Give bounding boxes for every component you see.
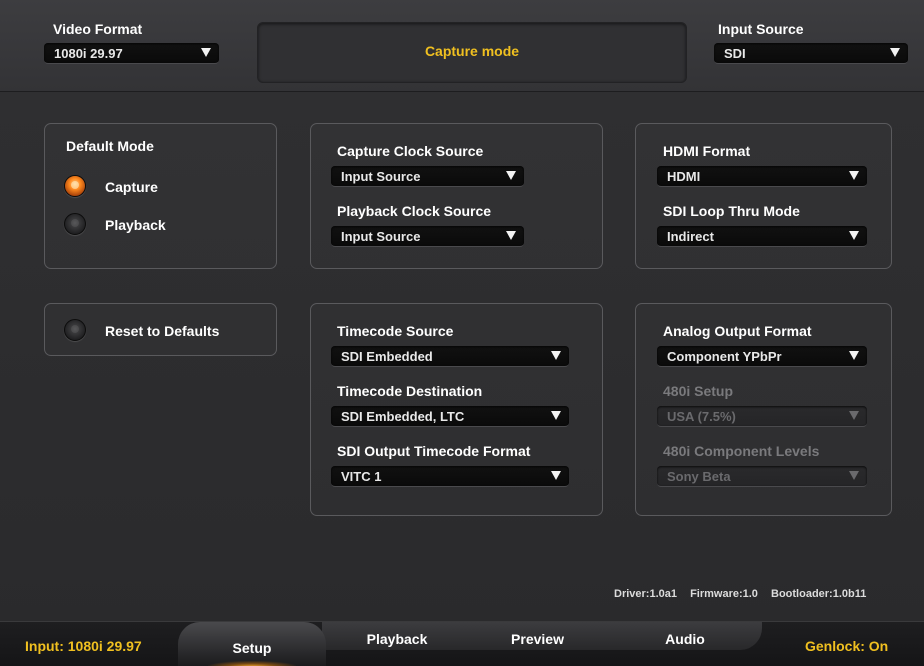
- dropdown-arrow-icon: [551, 411, 561, 420]
- sdi-loop-dropdown[interactable]: Indirect: [657, 226, 867, 247]
- capture-radio[interactable]: [64, 175, 86, 197]
- dropdown-arrow-icon: [849, 231, 859, 240]
- component-levels-dropdown: Sony Beta: [657, 466, 867, 487]
- component-levels-label: 480i Component Levels: [663, 443, 820, 459]
- video-format-label: Video Format: [53, 21, 143, 37]
- mode-display: Capture mode: [257, 22, 687, 83]
- input-source-label: Input Source: [718, 21, 804, 37]
- timecode-destination-dropdown[interactable]: SDI Embedded, LTC: [331, 406, 569, 427]
- sdi-timecode-format-dropdown[interactable]: VITC 1: [331, 466, 569, 487]
- analog-output-panel: Analog Output Format Component YPbPr 480…: [635, 303, 892, 516]
- mode-text: Capture mode: [424, 43, 520, 59]
- input-source-dropdown[interactable]: SDI: [714, 43, 908, 64]
- hdmi-format-dropdown[interactable]: HDMI: [657, 166, 867, 187]
- playback-radio[interactable]: [64, 213, 86, 235]
- sdi-loop-label: SDI Loop Thru Mode: [663, 203, 800, 219]
- version-info: Driver:1.0a1 Firmware:1.0 Bootloader:1.0…: [614, 588, 876, 600]
- tab-preview[interactable]: Preview: [470, 622, 605, 666]
- sdi-timecode-format-value: VITC 1: [341, 469, 382, 484]
- driver-version: Driver:1.0a1: [614, 588, 677, 600]
- genlock-status: Genlock: On: [805, 638, 889, 654]
- reset-button[interactable]: [64, 319, 86, 341]
- dropdown-arrow-icon: [551, 351, 561, 360]
- reset-label[interactable]: Reset to Defaults: [105, 323, 219, 339]
- dropdown-arrow-icon: [201, 48, 211, 57]
- tab-setup[interactable]: Setup: [178, 622, 326, 666]
- hdmi-format-value: HDMI: [667, 169, 701, 184]
- default-mode-panel: Default Mode Capture Playback: [44, 123, 277, 269]
- timecode-source-label: Timecode Source: [337, 323, 454, 339]
- dropdown-arrow-icon: [849, 171, 859, 180]
- tab-playback[interactable]: Playback: [322, 622, 472, 666]
- capture-clock-dropdown[interactable]: Input Source: [331, 166, 524, 187]
- setup-480i-dropdown: USA (7.5%): [657, 406, 867, 427]
- playback-label: Playback: [105, 217, 166, 233]
- sdi-loop-value: Indirect: [667, 229, 714, 244]
- settings-window: Video Format 1080i 29.97 Capture mode In…: [0, 0, 924, 666]
- timecode-source-dropdown[interactable]: SDI Embedded: [331, 346, 569, 367]
- timecode-destination-label: Timecode Destination: [337, 383, 483, 399]
- clock-source-panel: Capture Clock Source Input Source Playba…: [310, 123, 603, 269]
- hdmi-format-label: HDMI Format: [663, 143, 751, 159]
- timecode-destination-value: SDI Embedded, LTC: [341, 409, 465, 424]
- tab-audio-label: Audio: [665, 631, 705, 647]
- timecode-panel: Timecode Source SDI Embedded Timecode De…: [310, 303, 603, 516]
- dropdown-arrow-icon: [890, 48, 900, 57]
- video-format-dropdown[interactable]: 1080i 29.97: [44, 43, 219, 64]
- component-levels-value: Sony Beta: [667, 469, 731, 484]
- capture-clock-value: Input Source: [341, 169, 421, 184]
- bootloader-version: Bootloader:1.0b11: [771, 588, 867, 600]
- sdi-timecode-format-label: SDI Output Timecode Format: [337, 443, 531, 459]
- dropdown-arrow-icon: [849, 351, 859, 360]
- video-format-value: 1080i 29.97: [54, 46, 123, 61]
- input-status: Input: 1080i 29.97: [25, 638, 142, 654]
- dropdown-arrow-icon: [506, 231, 516, 240]
- top-bar: Video Format 1080i 29.97 Capture mode In…: [0, 0, 924, 92]
- default-mode-title: Default Mode: [66, 138, 154, 154]
- analog-format-value: Component YPbPr: [667, 349, 782, 364]
- tab-setup-label: Setup: [232, 640, 272, 656]
- analog-format-dropdown[interactable]: Component YPbPr: [657, 346, 867, 367]
- dropdown-arrow-icon: [849, 411, 859, 420]
- reset-panel: Reset to Defaults: [44, 303, 277, 356]
- tab-playback-label: Playback: [366, 631, 428, 647]
- firmware-version: Firmware:1.0: [690, 588, 758, 600]
- tab-audio[interactable]: Audio: [625, 622, 745, 666]
- input-source-value: SDI: [724, 46, 746, 61]
- timecode-source-value: SDI Embedded: [341, 349, 433, 364]
- dropdown-arrow-icon: [551, 471, 561, 480]
- tab-preview-label: Preview: [511, 631, 564, 647]
- playback-clock-label: Playback Clock Source: [337, 203, 492, 219]
- playback-clock-dropdown[interactable]: Input Source: [331, 226, 524, 247]
- dropdown-arrow-icon: [849, 471, 859, 480]
- setup-480i-value: USA (7.5%): [667, 409, 736, 424]
- bottom-bar: Input: 1080i 29.97 Setup Playback Previe…: [0, 621, 924, 666]
- capture-label: Capture: [105, 179, 158, 195]
- dropdown-arrow-icon: [506, 171, 516, 180]
- capture-clock-label: Capture Clock Source: [337, 143, 484, 159]
- hdmi-panel: HDMI Format HDMI SDI Loop Thru Mode Indi…: [635, 123, 892, 269]
- analog-format-label: Analog Output Format: [663, 323, 812, 339]
- playback-clock-value: Input Source: [341, 229, 421, 244]
- setup-480i-label: 480i Setup: [663, 383, 734, 399]
